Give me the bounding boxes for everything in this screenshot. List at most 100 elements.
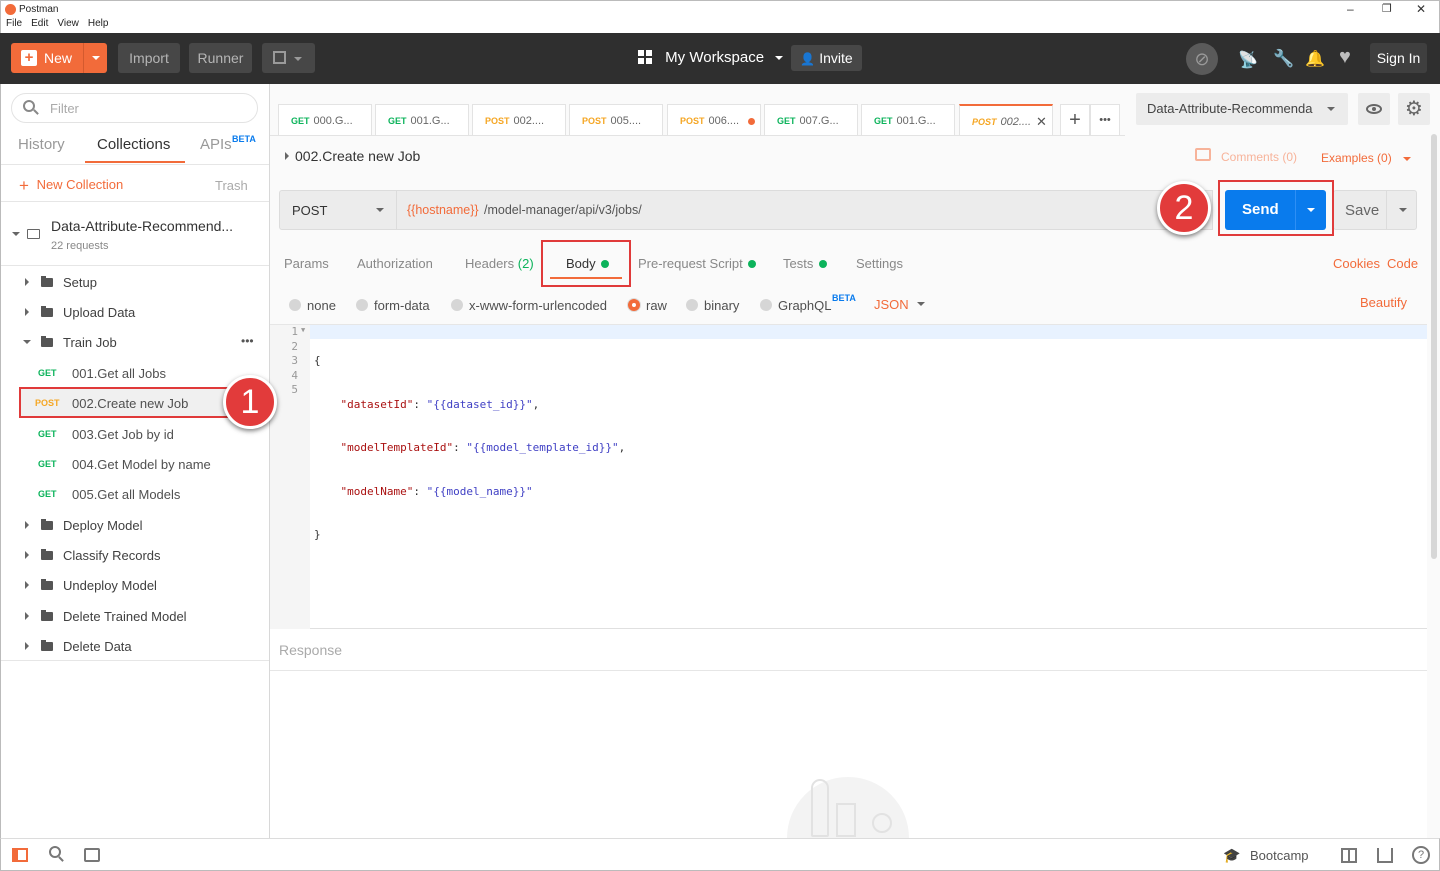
browse-icon[interactable] — [1377, 848, 1393, 863]
new-dropdown-icon[interactable] — [83, 43, 107, 73]
url-input[interactable]: {{hostname}} /model-manager/api/v3/jobs/ — [397, 190, 1213, 230]
beautify-link[interactable]: Beautify — [1360, 295, 1407, 310]
code-link[interactable]: Code — [1387, 256, 1418, 271]
chevron-down-icon — [12, 232, 20, 236]
add-tab-button[interactable]: + — [1060, 104, 1090, 136]
bootcamp-link[interactable]: Bootcamp — [1250, 848, 1309, 863]
radio-none[interactable]: none — [289, 298, 336, 313]
request-tab[interactable]: GET 007.G... — [764, 104, 858, 136]
radio-binary[interactable]: binary — [686, 298, 739, 313]
filter-field[interactable]: Filter — [11, 93, 258, 123]
request-item[interactable]: GET 004.Get Model by name — [19, 449, 269, 479]
request-tab[interactable]: GET 001.G... — [375, 104, 469, 136]
tab-collections[interactable]: Collections — [97, 136, 170, 153]
radio-urlencoded[interactable]: x-www-form-urlencoded — [451, 298, 607, 313]
comment-icon[interactable] — [1195, 148, 1211, 161]
line-number: 4 — [291, 368, 298, 382]
cookies-link[interactable]: Cookies — [1333, 256, 1380, 271]
close-window-button[interactable]: ✕ — [1416, 2, 1426, 16]
method-select[interactable]: POST — [279, 190, 397, 230]
environment-quick-look-button[interactable] — [1358, 93, 1390, 125]
close-tab-icon[interactable]: ✕ — [1036, 106, 1047, 136]
wrench-icon[interactable]: 🔧 — [1273, 49, 1294, 69]
tab-history[interactable]: History — [18, 136, 65, 153]
request-tab[interactable]: POST 005.... — [569, 104, 663, 136]
menu-edit[interactable]: Edit — [31, 18, 48, 29]
chevron-down-icon — [376, 208, 384, 212]
request-tab-active[interactable]: POST 002.... ✕ — [959, 104, 1053, 136]
radio-graphql[interactable]: GraphQL — [760, 298, 831, 313]
tab-settings[interactable]: Settings — [856, 256, 903, 271]
folder-item[interactable]: Delete Data — [1, 631, 269, 661]
more-options-icon[interactable]: ••• — [241, 334, 254, 348]
save-button[interactable]: Save — [1333, 190, 1417, 230]
tab-authorization[interactable]: Authorization — [357, 256, 433, 271]
folder-item[interactable]: Upload Data — [1, 297, 269, 327]
request-tab[interactable]: POST 006.... — [667, 104, 761, 136]
radio-form-data[interactable]: form-data — [356, 298, 430, 313]
folder-item[interactable]: Classify Records — [1, 540, 269, 570]
toggle-sidebar-icon[interactable] — [12, 848, 28, 862]
tab-params[interactable]: Params — [284, 256, 329, 271]
format-select[interactable]: JSON — [874, 297, 909, 312]
folder-icon — [41, 640, 53, 651]
app-header: + New Import Runner My Workspace 👤 Invite… — [0, 33, 1440, 84]
request-item[interactable]: GET 003.Get Job by id — [19, 419, 269, 449]
request-tab[interactable]: POST 002.... — [472, 104, 566, 136]
minimize-button[interactable]: – — [1347, 2, 1354, 16]
tab-apis[interactable]: APIs — [200, 136, 232, 153]
environment-select[interactable]: Data-Attribute-Recommenda — [1136, 93, 1348, 125]
request-tab[interactable]: GET 001.G... — [861, 104, 955, 136]
response-label: Response — [279, 642, 343, 658]
sync-off-icon[interactable]: ⊘ — [1186, 43, 1218, 75]
folder-item[interactable]: Undeploy Model — [1, 570, 269, 600]
folder-item[interactable]: Delete Trained Model — [1, 601, 269, 631]
code-line: "datasetId": "{{dataset_id}}", — [340, 397, 540, 411]
menu-file[interactable]: File — [6, 18, 22, 29]
tab-more-button[interactable]: ••• — [1090, 104, 1120, 136]
folder-item[interactable]: Setup — [1, 267, 269, 297]
manage-environments-button[interactable]: ⚙ — [1398, 93, 1430, 125]
save-dropdown-icon[interactable] — [1386, 191, 1417, 229]
folder-label: Train Job — [63, 335, 117, 350]
sign-in-button[interactable]: Sign In — [1370, 43, 1427, 73]
workspace-switcher[interactable]: My Workspace — [638, 49, 784, 69]
tab-pre-request-script[interactable]: Pre-request Script — [638, 256, 757, 271]
chevron-down-icon[interactable] — [1403, 157, 1411, 161]
unsaved-dot-icon — [748, 118, 755, 125]
fold-caret-icon[interactable]: ▼ — [301, 326, 305, 334]
tab-tests[interactable]: Tests — [783, 256, 827, 271]
examples-link[interactable]: Examples (0) — [1321, 151, 1392, 165]
chevron-right-icon[interactable] — [285, 152, 289, 160]
console-icon[interactable] — [84, 848, 100, 862]
help-icon[interactable]: ? — [1412, 846, 1430, 864]
new-collection-button[interactable]: + New Collection — [19, 176, 123, 196]
comments-link[interactable]: Comments (0) — [1221, 150, 1297, 164]
new-label: New — [44, 50, 73, 66]
trash-link[interactable]: Trash — [215, 178, 248, 193]
invite-button[interactable]: 👤 Invite — [791, 45, 862, 71]
import-button[interactable]: Import — [118, 43, 180, 73]
folder-item-open[interactable]: Train Job ••• — [1, 327, 269, 357]
satellite-icon[interactable]: 📡 — [1238, 50, 1258, 70]
chevron-down-icon[interactable] — [917, 302, 925, 306]
bell-icon[interactable]: 🔔 — [1305, 49, 1325, 69]
folder-item[interactable]: Deploy Model — [1, 510, 269, 540]
request-tab[interactable]: GET 000.G... — [278, 104, 372, 136]
scrollbar[interactable] — [1431, 134, 1437, 559]
new-button[interactable]: + New — [11, 43, 107, 73]
restore-button[interactable]: ❐ — [1382, 2, 1392, 15]
heart-icon[interactable]: ♥ — [1339, 46, 1351, 69]
collection-item[interactable]: Data-Attribute-Recommend... 22 requests — [1, 202, 269, 266]
request-item[interactable]: GET 005.Get all Models — [19, 479, 269, 509]
runner-button[interactable]: Runner — [189, 43, 252, 73]
radio-raw[interactable]: raw — [628, 298, 667, 313]
folder-icon — [41, 579, 53, 590]
body-editor[interactable]: 1 2 3 4 5 ▼ { "datasetId": "{{dataset_id… — [270, 324, 1427, 629]
chevron-right-icon — [25, 581, 29, 589]
menu-help[interactable]: Help — [88, 18, 109, 29]
menu-view[interactable]: View — [57, 18, 79, 29]
new-window-button[interactable] — [262, 43, 315, 73]
tab-headers[interactable]: Headers (2) — [465, 256, 534, 271]
tab-collections-underline — [85, 161, 185, 163]
